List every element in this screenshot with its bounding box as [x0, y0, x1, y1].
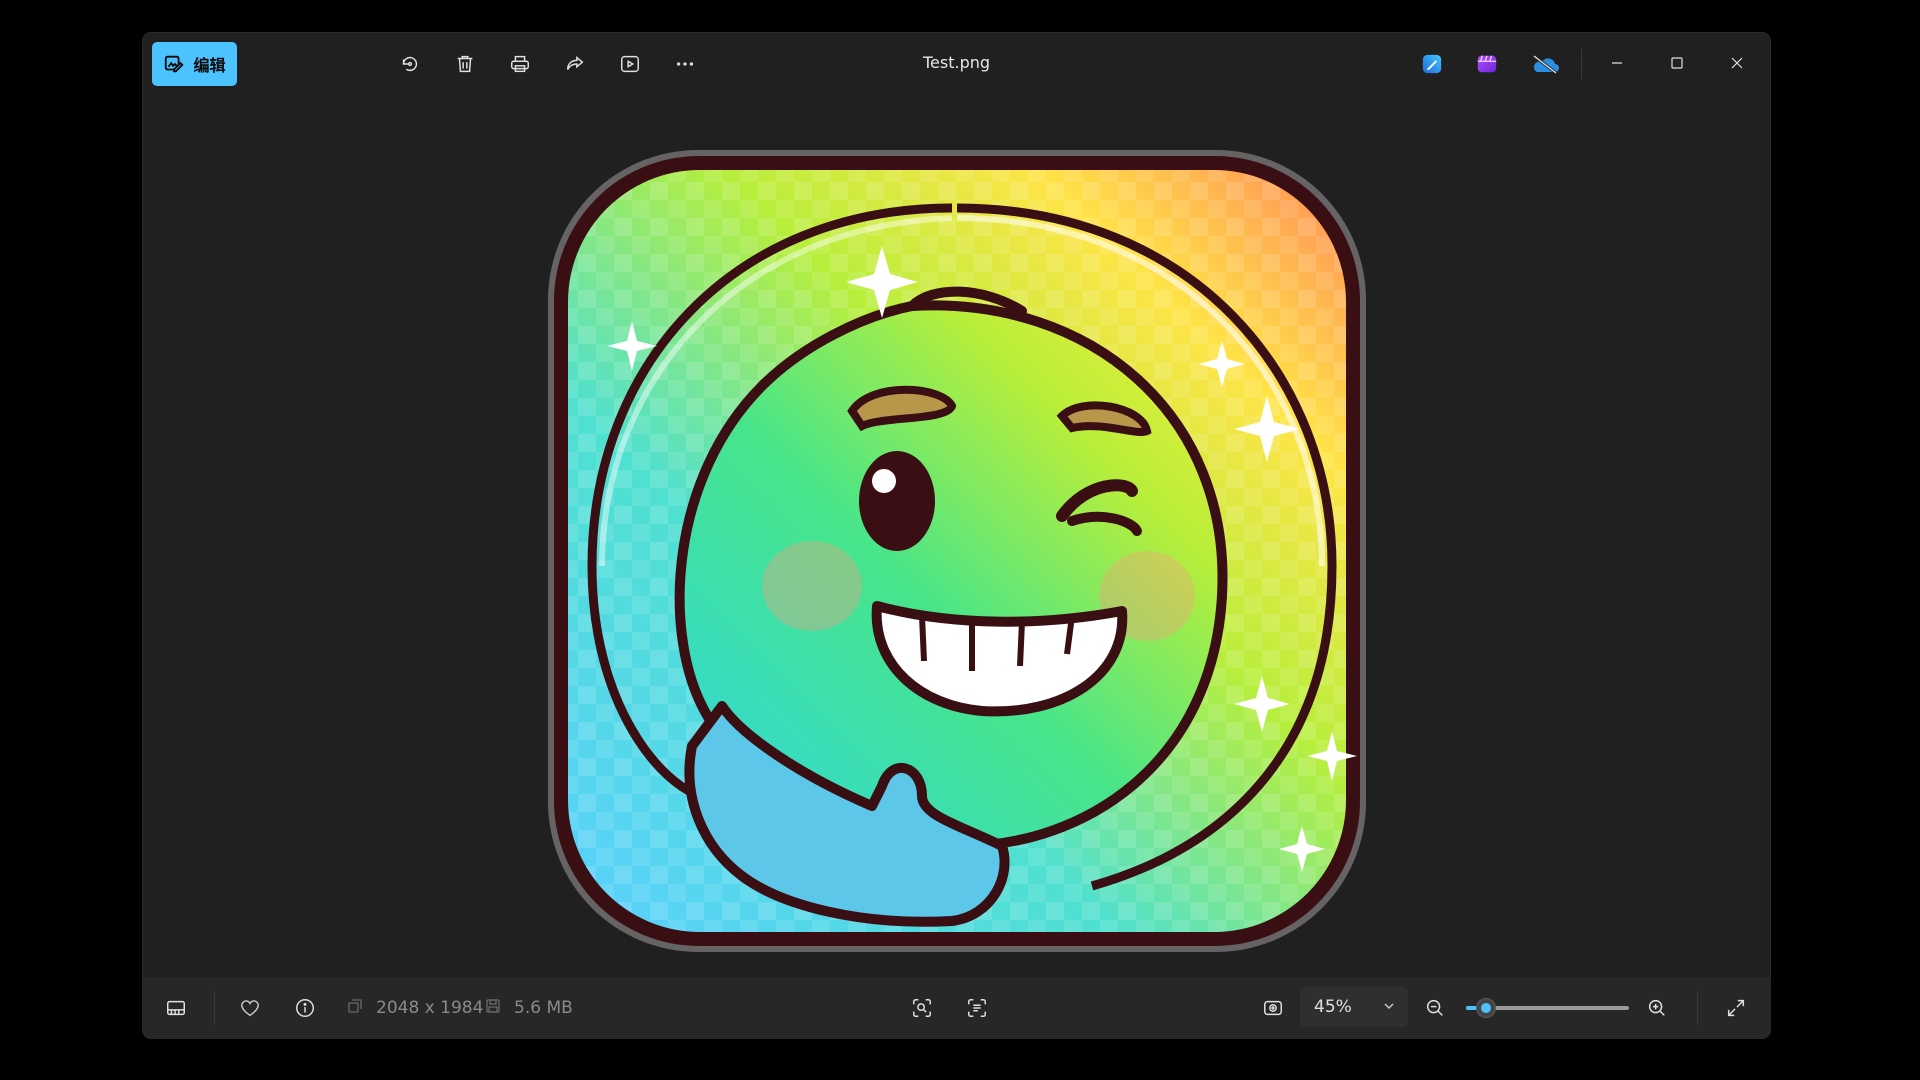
image-dimensions: 2048 x 1984 — [376, 998, 484, 1018]
close-icon — [1731, 57, 1743, 69]
heart-icon — [241, 1000, 259, 1017]
rotate-button[interactable] — [391, 45, 429, 83]
designer-app-icon — [1422, 54, 1442, 74]
title-bar: 编辑 Test.png — [143, 33, 1770, 93]
displayed-photo — [547, 150, 1366, 952]
visual-search-button[interactable] — [905, 991, 939, 1025]
file-info-button[interactable] — [288, 991, 322, 1025]
bottombar-divider — [214, 991, 215, 1025]
rotate-icon — [402, 56, 418, 72]
share-icon — [566, 56, 584, 70]
chevron-down-icon — [1384, 1003, 1394, 1010]
edit-button-label: 编辑 — [193, 56, 226, 75]
bottombar-divider-right — [1697, 991, 1698, 1025]
filmstrip-toggle-button[interactable] — [159, 991, 193, 1025]
slideshow-button[interactable] — [611, 45, 649, 83]
clipchamp-app-button[interactable] — [1470, 47, 1504, 81]
fullscreen-button[interactable] — [1719, 991, 1753, 1025]
more-options-button[interactable] — [666, 45, 704, 83]
photos-app-window: 编辑 Test.png 2048 x 1984 5.6 MB 45% — [143, 33, 1770, 1038]
file-size-icon — [484, 997, 502, 1015]
filmstrip-icon — [167, 1000, 185, 1016]
zoom-slider[interactable] — [1466, 998, 1629, 1018]
scan-text-icon — [968, 999, 986, 1017]
maximize-icon — [1671, 57, 1683, 69]
trash-icon — [457, 55, 473, 73]
dimensions-icon — [346, 997, 364, 1015]
actual-size-button[interactable] — [1256, 991, 1290, 1025]
scan-text-button[interactable] — [960, 991, 994, 1025]
zoom-level-value: 45% — [1314, 997, 1352, 1017]
info-icon — [296, 999, 314, 1017]
edit-button[interactable]: 编辑 — [152, 42, 237, 86]
more-icon — [676, 62, 694, 66]
onedrive-icon — [1533, 54, 1559, 75]
fullscreen-icon — [1727, 999, 1745, 1017]
file-size: 5.6 MB — [514, 998, 573, 1018]
bottom-bar: 2048 x 1984 5.6 MB 45% — [143, 977, 1770, 1038]
minimize-icon — [1612, 62, 1622, 64]
fit-screen-icon — [1264, 1000, 1282, 1016]
zoom-slider-thumb[interactable] — [1475, 998, 1496, 1018]
designer-app-button[interactable] — [1415, 47, 1449, 81]
visual-search-icon — [913, 999, 931, 1017]
minimize-button[interactable] — [1592, 43, 1642, 83]
close-button[interactable] — [1712, 43, 1762, 83]
zoom-level-dropdown[interactable]: 45% — [1300, 987, 1408, 1027]
edit-image-icon — [163, 53, 185, 75]
onedrive-button[interactable] — [1525, 47, 1565, 81]
zoom-out-button[interactable] — [1418, 991, 1452, 1025]
delete-button[interactable] — [446, 45, 484, 83]
share-button[interactable] — [556, 45, 594, 83]
clipchamp-app-icon — [1477, 55, 1497, 73]
print-button[interactable] — [501, 45, 539, 83]
zoom-in-button[interactable] — [1640, 991, 1674, 1025]
printer-icon — [511, 55, 529, 73]
zoom-in-icon — [1648, 999, 1665, 1016]
titlebar-divider — [1581, 49, 1582, 79]
favorite-button[interactable] — [233, 991, 267, 1025]
zoom-out-icon — [1426, 999, 1443, 1016]
maximize-button[interactable] — [1652, 43, 1702, 83]
image-viewer[interactable] — [143, 93, 1770, 1009]
slideshow-icon — [621, 55, 639, 73]
